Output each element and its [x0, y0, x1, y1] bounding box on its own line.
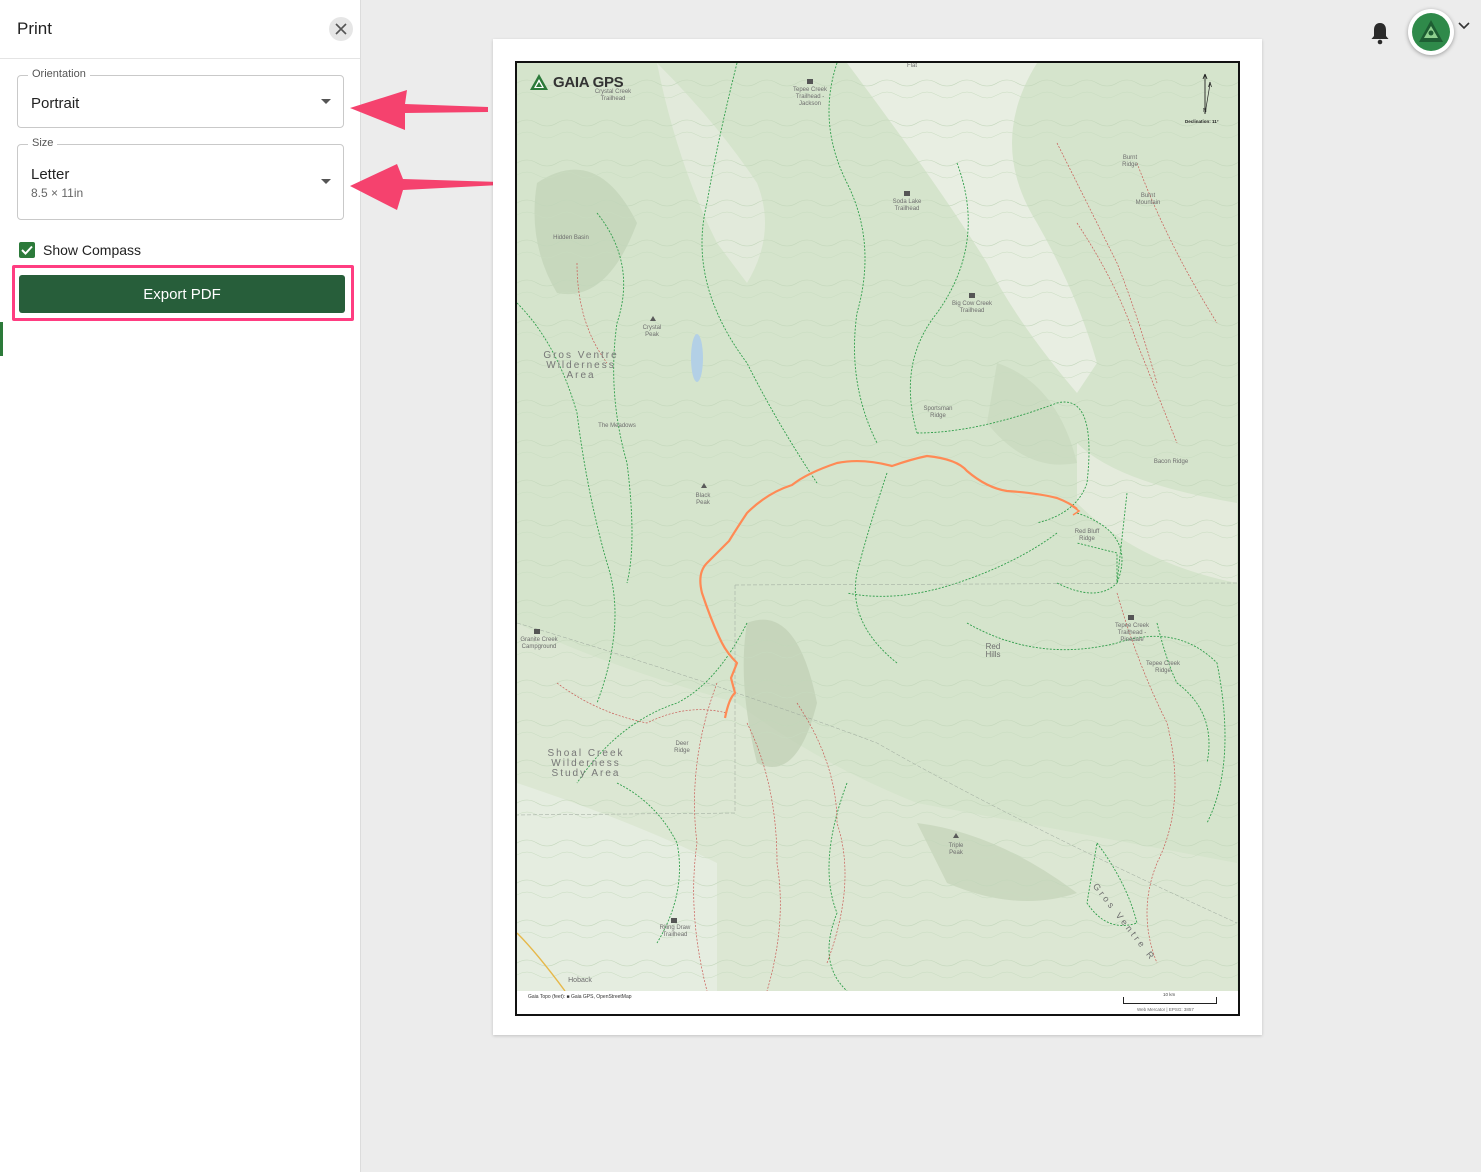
map-logo-text: GAIA GPS — [553, 73, 624, 91]
gaia-logo-icon — [530, 74, 548, 90]
map-label-red-hills: Red Hills — [985, 642, 1001, 659]
map-label-black-peak: Black Peak — [695, 493, 711, 506]
sidebar-header: Print — [0, 0, 360, 59]
size-legend: Size — [28, 137, 58, 149]
map-label-crystal: Crystal Creek Trailhead — [594, 89, 632, 102]
topo-map-image — [517, 63, 1238, 992]
map-label-burnt-mountain: Burnt Mountain — [1135, 193, 1161, 206]
map-label-riling-draw: Riling Draw Trailhead — [659, 925, 691, 938]
map-label-triple-peak: Triple Peak — [948, 843, 964, 856]
notification-bell-icon[interactable] — [1368, 20, 1392, 46]
size-value: Letter — [31, 166, 70, 183]
chevron-down-icon[interactable] — [1458, 22, 1470, 30]
map-label-crystal-peak: Crystal Peak — [642, 325, 662, 338]
chevron-down-icon — [321, 179, 331, 184]
map-label-shoal-creek: Shoal Creek Wilderness Study Area — [547, 748, 625, 779]
map-canvas: GAIA GPS N Declination: 11° Tepee Creek … — [517, 63, 1238, 992]
user-avatar[interactable] — [1408, 9, 1454, 55]
map-label-granite-creek: Granite Creek Campground — [520, 637, 558, 650]
show-compass-checkbox[interactable] — [19, 242, 35, 258]
map-label-big-cow: Big Cow Creek Trailhead — [951, 301, 992, 314]
map-label-gros-ventre-wa: Gros Ventre Wilderness Area — [543, 350, 619, 381]
map-label-sportsman: Sportsman Ridge — [923, 406, 953, 419]
chevron-down-icon — [321, 99, 331, 104]
map-label-bacon-ridge: Bacon Ridge — [1153, 459, 1189, 465]
map-label-tepee-ridge: Tepee Creek Ridge — [1145, 661, 1181, 674]
size-select[interactable]: Size Letter 8.5 × 11in — [17, 137, 344, 220]
orientation-value: Portrait — [31, 95, 80, 112]
projection-label: Web Mercator | EPSG: 3857 — [1137, 1007, 1194, 1012]
map-label-hidden-basin: Hidden Basin — [553, 235, 589, 241]
map-attribution: Gaia Topo (feet): ■ Gaia GPS, OpenStreet… — [528, 994, 632, 1000]
compass-n-label: N — [1203, 108, 1207, 114]
check-icon — [21, 245, 33, 255]
map-preview: GAIA GPS N Declination: 11° Tepee Creek … — [515, 61, 1240, 1016]
close-icon — [335, 23, 347, 35]
print-sidebar: Print Orientation Portrait Size Letter 8… — [0, 0, 361, 1172]
export-pdf-button[interactable]: Export PDF — [19, 275, 345, 313]
map-label-red-bluff: Red Bluff Ridge — [1074, 529, 1100, 542]
map-label-flat: Flat — [906, 63, 917, 69]
map-label-the-meadows: The Meadows — [598, 423, 636, 429]
map-label-burnt-ridge: Burnt Ridge — [1122, 155, 1138, 168]
orientation-legend: Orientation — [28, 68, 90, 80]
map-label-deer-ridge: Deer Ridge — [674, 741, 690, 754]
map-label-tepee-jackson: Tepee Creek Trailhead - Jackson — [792, 87, 828, 107]
orientation-select[interactable]: Orientation Portrait — [17, 68, 344, 128]
show-compass-label: Show Compass — [43, 242, 142, 258]
sidebar-accent — [0, 322, 3, 356]
gaia-logo-icon — [1419, 20, 1443, 42]
sidebar-title: Print — [17, 19, 52, 38]
annotation-arrow-icon — [350, 90, 488, 130]
show-compass-toggle[interactable]: Show Compass — [19, 241, 141, 259]
map-label-soda-lake: Soda Lake Trailhead — [892, 199, 922, 212]
map-label-hoback: Hoback — [568, 977, 592, 984]
declination-label: Declination: 11° — [1185, 119, 1219, 124]
scale-bar — [1123, 997, 1217, 1004]
map-label-tepee-pinedale: Tepee Creek Trailhead - Pinedale — [1114, 623, 1150, 643]
annotation-arrow-icon — [350, 164, 500, 210]
size-dimensions: 8.5 × 11in — [31, 186, 84, 200]
close-button[interactable] — [329, 17, 353, 41]
